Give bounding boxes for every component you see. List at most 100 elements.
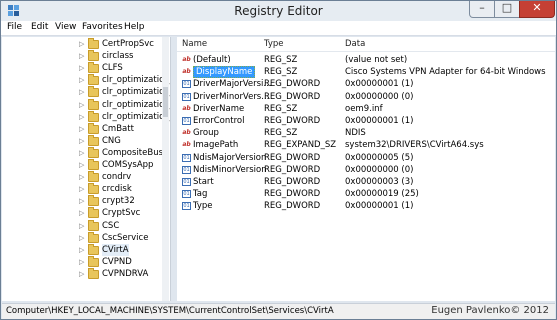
tree-item-label: COMSysApp (102, 160, 154, 170)
minimize-button[interactable]: – (469, 1, 495, 18)
value-row[interactable]: ab Group REG_SZ NDIS (177, 127, 555, 139)
tree-item[interactable]: ▷ CertPropSvc (2, 38, 162, 50)
value-name-text: NdisMinorVersion (193, 164, 267, 175)
tree-item[interactable]: ▷ CompositeBus (2, 146, 163, 159)
expand-arrow-icon[interactable]: ▷ (79, 244, 85, 256)
tree-item[interactable]: ▷ CLFS (2, 62, 162, 74)
expand-arrow-icon[interactable]: ▷ (79, 135, 85, 147)
value-type: REG_DWORD (264, 201, 321, 212)
tree-item[interactable]: ▷ CVirtA (2, 243, 162, 256)
column-header-data[interactable]: Data (345, 39, 365, 49)
expand-arrow-icon[interactable]: ▷ (79, 62, 85, 74)
key-tree[interactable]: ▷ CertPropSvc ▷ circlass ▷ CLFS ▷ clr_optimizat… (2, 37, 171, 301)
expand-arrow-icon[interactable]: ▷ (79, 38, 85, 50)
tree-item[interactable]: ▷ CSC (2, 219, 162, 232)
value-name: DriverName (193, 103, 244, 115)
value-name: ErrorControl (193, 115, 244, 127)
expand-arrow-icon[interactable]: ▷ (79, 171, 85, 183)
menu-help[interactable]: Help (124, 22, 145, 32)
value-data: NDIS (345, 128, 366, 139)
value-name: DriverMinorVers... (193, 91, 269, 103)
value-type: REG_DWORD (264, 116, 321, 126)
value-name: NdisMinorVersion (193, 164, 267, 176)
expand-arrow-icon[interactable]: ▷ (79, 86, 85, 98)
tree-item-label: clr_optimization_ (102, 99, 171, 110)
value-name: Start (193, 176, 214, 188)
value-name: Group (193, 127, 219, 139)
title-bar[interactable]: Registry Editor – □ ✕ (1, 1, 556, 21)
maximize-button[interactable]: □ (494, 1, 520, 18)
value-row[interactable]: 01 Tag REG_DWORD 0x00000019 (25) (177, 188, 555, 200)
value-row[interactable]: ab DriverName REG_SZ oem9.inf (177, 103, 555, 115)
menu-file[interactable]: File (7, 22, 22, 32)
expand-arrow-icon[interactable]: ▷ (79, 268, 85, 280)
folder-icon (88, 243, 99, 255)
expand-arrow-icon[interactable]: ▷ (79, 207, 85, 219)
expand-arrow-icon[interactable]: ▷ (79, 159, 85, 171)
tree-item-label: condrv (102, 172, 132, 183)
folder-icon (88, 62, 99, 74)
value-type: REG_DWORD (264, 177, 321, 187)
tree-item-label: crcdisk (102, 184, 132, 195)
menu-favorites[interactable]: Favorites (82, 22, 123, 32)
tree-item[interactable]: ▷ crypt32 (2, 195, 162, 207)
column-header-name[interactable]: Name (182, 39, 207, 49)
tree-item[interactable]: ▷ CVPND (2, 255, 162, 268)
folder-icon (88, 159, 99, 170)
value-row[interactable]: ab ImagePath REG_EXPAND_SZ system32\DRIVERS… (177, 139, 555, 151)
value-type: REG_SZ (264, 128, 298, 139)
folder-icon (88, 207, 99, 219)
value-row[interactable]: 01 Type REG_DWORD 0x00000001 (1) (177, 200, 555, 212)
value-row[interactable]: 01 NdisMajorVersion REG_DWORD 0x00000005 (5… (177, 152, 555, 164)
expand-arrow-icon[interactable]: ▷ (79, 232, 85, 244)
expand-arrow-icon[interactable]: ▷ (79, 147, 85, 159)
tree-item[interactable]: ▷ COMSysApp (2, 159, 162, 171)
value-name-text: ErrorControl (193, 116, 245, 126)
value-row[interactable]: 01 ErrorControl REG_DWORD 0x00000001 (1) (177, 115, 555, 127)
tree-item[interactable]: ▷ clr_optimization_ (2, 86, 170, 98)
tree-scrollbar-thumb[interactable] (163, 87, 168, 117)
value-row[interactable]: 01 NdisMinorVersion REG_DWORD 0x00000000 (0… (177, 164, 555, 176)
value-row[interactable]: ab DisplayName REG_SZ Cisco Systems VPN Ada… (177, 66, 555, 79)
value-row[interactable]: 01 DriverMajorVersi... REG_DWORD 0x00000001… (177, 78, 555, 90)
value-name-text: ImagePath (193, 140, 239, 151)
tree-item[interactable]: ▷ CryptSvc (2, 207, 162, 219)
expand-arrow-icon[interactable]: ▷ (79, 195, 85, 207)
expand-arrow-icon[interactable]: ▷ (79, 50, 85, 62)
folder-icon (88, 50, 99, 62)
value-name-text: Tag (193, 189, 208, 200)
expand-arrow-icon[interactable]: ▷ (79, 220, 85, 232)
expand-arrow-icon[interactable]: ▷ (79, 123, 85, 135)
value-row[interactable]: ab (Default) REG_SZ (value not set) (177, 54, 555, 66)
tree-item[interactable]: ▷ clr_optimization_ (2, 98, 170, 111)
tree-scrollbar[interactable] (162, 37, 169, 301)
tree-item-label: CSC (102, 220, 120, 231)
tree-item[interactable]: ▷ crcdisk (2, 183, 162, 195)
tree-item[interactable]: ▷ clr_optimization_ (2, 110, 170, 123)
tree-item-label: crypt32 (102, 196, 135, 207)
folder-icon (88, 183, 99, 195)
expand-arrow-icon[interactable]: ▷ (79, 74, 85, 86)
status-bar: Computer\HKEY_LOCAL_MACHINE\SYSTEM\Curre… (2, 303, 555, 319)
tree-item[interactable]: ▷ CNG (2, 134, 162, 147)
tree-item[interactable]: ▷ circlass (2, 50, 162, 62)
column-header-type[interactable]: Type (264, 39, 284, 49)
menu-view[interactable]: View (55, 22, 76, 32)
menu-edit[interactable]: Edit (31, 22, 48, 32)
expand-arrow-icon[interactable]: ▷ (79, 256, 85, 268)
menu-bar: File Edit View Favorites Help (1, 21, 556, 36)
expand-arrow-icon[interactable]: ▷ (79, 99, 85, 111)
tree-item[interactable]: ▷ CVPNDRVA (2, 267, 162, 280)
expand-arrow-icon[interactable]: ▷ (79, 111, 85, 123)
tree-item[interactable]: ▷ condrv (2, 171, 162, 183)
close-button[interactable]: ✕ (519, 1, 555, 18)
expand-arrow-icon[interactable]: ▷ (79, 183, 85, 195)
value-data: 0x00000000 (0) (345, 164, 414, 175)
tree-item[interactable]: ▷ clr_optimization_ (2, 74, 170, 86)
value-row[interactable]: 01 DriverMinorVers... REG_DWORD 0x00000000 … (177, 91, 555, 103)
value-row[interactable]: 01 Start REG_DWORD 0x00000003 (3) (177, 176, 555, 188)
tree-item[interactable]: ▷ CscService (2, 231, 162, 244)
binary-value-icon: 01 (182, 117, 191, 125)
folder-icon (88, 134, 99, 146)
tree-item[interactable]: ▷ CmBatt (2, 122, 162, 135)
